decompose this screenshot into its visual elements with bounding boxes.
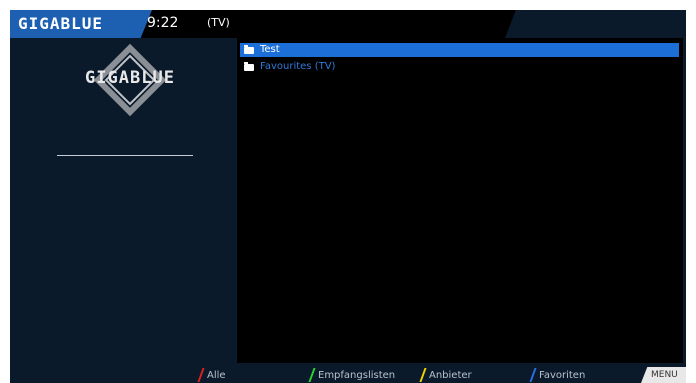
yellow-key-icon	[419, 368, 427, 382]
list-item-label: Favourites (TV)	[260, 61, 336, 72]
yellow-button-anbieter[interactable]: Anbieter	[419, 366, 472, 382]
list-item-favourites[interactable]: Favourites (TV)	[240, 60, 679, 74]
folder-icon	[244, 61, 254, 71]
blue-button-favoriten[interactable]: Favoriten	[529, 366, 586, 382]
red-key-icon	[197, 368, 205, 382]
brand-logo-large: GIGABLUE	[58, 42, 202, 122]
bottom-bar: Alle Empfangslisten Anbieter Favoriten M…	[10, 363, 686, 383]
top-bar: GIGABLUE 9:22 (TV)	[10, 10, 686, 38]
folder-icon	[244, 44, 254, 54]
list-item-test[interactable]: Test	[240, 43, 679, 57]
list-item-label: Test	[260, 44, 280, 55]
menu-label: MENU	[651, 370, 678, 380]
blue-button-label: Favoriten	[539, 370, 586, 381]
divider	[57, 155, 193, 156]
clock: 9:22	[147, 15, 179, 31]
brand-logo: GIGABLUE	[18, 14, 104, 33]
top-bar-slant	[505, 10, 686, 38]
yellow-button-label: Anbieter	[429, 370, 472, 381]
red-button-label: Alle	[207, 370, 226, 381]
brand-logo-text: GIGABLUE	[85, 68, 175, 88]
green-key-icon	[308, 368, 316, 382]
blue-key-icon	[529, 368, 537, 382]
mode-label: (TV)	[207, 16, 230, 29]
tv-screen: GIGABLUE 9:22 (TV) GIGABLUE Test Favouri…	[10, 10, 686, 383]
bouquet-list[interactable]: Test Favourites (TV)	[237, 38, 683, 363]
red-button-alle[interactable]: Alle	[197, 366, 226, 382]
green-button-label: Empfangslisten	[318, 370, 396, 381]
green-button-empfangslisten[interactable]: Empfangslisten	[308, 366, 396, 382]
